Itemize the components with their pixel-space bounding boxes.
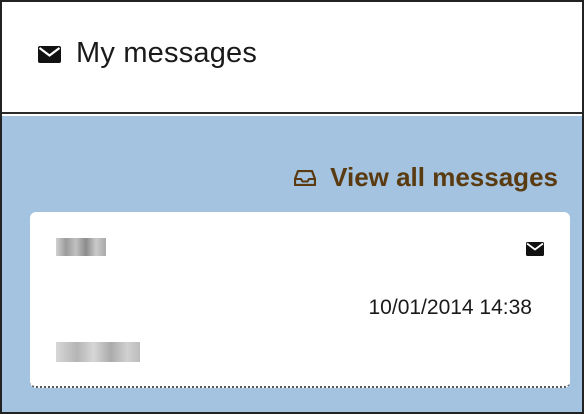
message-item[interactable]: 10/01/2014 14:38 bbox=[30, 212, 570, 388]
message-timestamp: 10/01/2014 14:38 bbox=[368, 296, 533, 319]
widget-header: My messages bbox=[2, 2, 582, 114]
view-all-messages-link[interactable]: View all messages bbox=[294, 162, 558, 193]
message-sender-redacted bbox=[56, 238, 106, 256]
message-subject-redacted bbox=[56, 342, 140, 362]
inbox-icon bbox=[294, 169, 317, 186]
envelope-icon bbox=[38, 45, 61, 63]
view-all-messages-label: View all messages bbox=[330, 162, 558, 192]
widget-title: My messages bbox=[76, 36, 258, 69]
messages-panel: View all messages 10/01/2014 14:38 bbox=[2, 116, 582, 412]
my-messages-widget: My messages View all messages 10/01/2014… bbox=[0, 0, 584, 414]
envelope-icon bbox=[526, 242, 544, 256]
